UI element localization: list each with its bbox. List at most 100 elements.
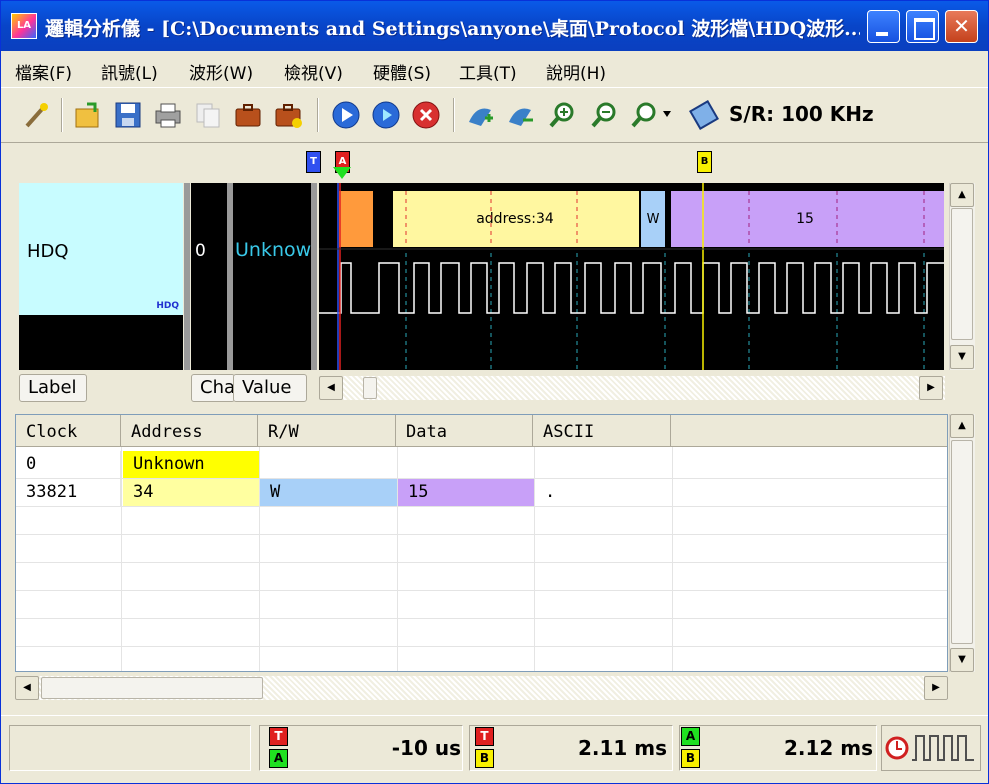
run-single-icon[interactable]: [371, 100, 401, 130]
scroll-thumb[interactable]: [951, 440, 973, 644]
label-column-header[interactable]: Label: [19, 374, 87, 402]
signal-value: Unknown: [235, 239, 311, 261]
run-icon[interactable]: [331, 100, 361, 130]
column-header-clock[interactable]: Clock: [16, 415, 121, 447]
table-row[interactable]: [16, 563, 947, 591]
status-b-marker: B: [475, 749, 494, 768]
column-splitter[interactable]: [311, 183, 317, 370]
maximize-button[interactable]: [906, 10, 939, 43]
column-splitter[interactable]: [184, 183, 190, 370]
scroll-thumb[interactable]: [41, 677, 263, 699]
menu-hardware[interactable]: 硬體(S): [373, 59, 431, 84]
cell-data: 15: [398, 479, 535, 506]
window-title: 邏輯分析儀 - [C:\Documents and Settings\anyon…: [45, 18, 860, 40]
open-folder-icon[interactable]: [73, 100, 103, 130]
table-row[interactable]: [16, 535, 947, 563]
menu-waveform[interactable]: 波形(W): [189, 59, 253, 84]
waveform-canvas[interactable]: address:34 W 15: [319, 183, 944, 370]
wizard-wand-icon[interactable]: [21, 100, 51, 130]
marker-t-flag[interactable]: T: [306, 151, 321, 173]
menu-tools[interactable]: 工具(T): [459, 59, 517, 84]
minimize-button[interactable]: [867, 10, 900, 43]
column-header-data[interactable]: Data: [396, 415, 533, 447]
decode-rw-label: W: [647, 212, 660, 227]
logic-analyzer-app-icon[interactable]: LA: [11, 13, 37, 39]
hdq-signal-trace: [319, 262, 944, 314]
toolbar-separator: [61, 98, 63, 132]
zoom-out-icon[interactable]: [589, 100, 619, 130]
scroll-left-arrow-icon[interactable]: ◀: [15, 676, 39, 700]
timing-mode-button[interactable]: [881, 725, 981, 771]
table-row[interactable]: 0 Unknown: [16, 451, 947, 479]
menu-signal[interactable]: 訊號(L): [101, 59, 158, 84]
column-header-address[interactable]: Address: [121, 415, 258, 447]
status-panel-message: [9, 725, 251, 771]
status-a-marker: A: [269, 749, 288, 768]
channel-number: 0: [195, 241, 206, 261]
app-window: LA 邏輯分析儀 - [C:\Documents and Settings\an…: [0, 0, 989, 784]
grid-line: [121, 447, 122, 671]
menu-bar: 檔案(F) 訊號(L) 波形(W) 檢視(V) 硬體(S) 工具(T) 說明(H…: [1, 53, 988, 85]
zoom-dropdown-icon[interactable]: [629, 100, 671, 130]
table-row[interactable]: [16, 647, 947, 671]
close-button[interactable]: ✕: [945, 10, 978, 43]
add-signal-icon[interactable]: [465, 100, 495, 130]
cell-ascii: .: [535, 479, 673, 506]
decode-table[interactable]: Clock Address R/W Data ASCII 0 Unknown 3…: [15, 414, 948, 672]
briefcase-star-icon[interactable]: [273, 100, 303, 130]
save-icon[interactable]: [113, 100, 143, 130]
scroll-thumb[interactable]: [951, 208, 973, 340]
scroll-down-arrow-icon[interactable]: ▼: [950, 648, 974, 672]
status-t-marker: T: [269, 727, 288, 746]
scroll-down-arrow-icon[interactable]: ▼: [950, 345, 974, 369]
menu-view[interactable]: 檢視(V): [284, 59, 343, 84]
minimize-icon: [868, 11, 899, 42]
clock-waveform-icon: [885, 735, 974, 761]
waveform-horizontal-scrollbar[interactable]: ◀ ▶: [319, 376, 945, 400]
menu-file[interactable]: 檔案(F): [15, 59, 72, 84]
scroll-up-arrow-icon[interactable]: ▲: [950, 414, 974, 438]
grid-line: [397, 447, 398, 671]
scroll-up-arrow-icon[interactable]: ▲: [950, 183, 974, 207]
cell-rw: [260, 451, 398, 478]
table-row[interactable]: 33821 34 W 15 .: [16, 479, 947, 507]
copy-icon[interactable]: [193, 100, 223, 130]
column-header-ascii[interactable]: ASCII: [533, 415, 671, 447]
table-horizontal-scrollbar[interactable]: ◀ ▶: [15, 676, 948, 700]
scroll-right-arrow-icon[interactable]: ▶: [919, 376, 943, 400]
signal-label-panel[interactable]: HDQ HDQ: [19, 183, 183, 370]
cell-clock: 0: [16, 451, 121, 478]
print-icon[interactable]: [153, 100, 183, 130]
table-vertical-scrollbar[interactable]: ▲ ▼: [949, 414, 975, 672]
briefcase-icon[interactable]: [233, 100, 263, 130]
table-row[interactable]: [16, 591, 947, 619]
toolbar-separator: [453, 98, 455, 132]
remove-signal-icon[interactable]: [505, 100, 535, 130]
signal-label: HDQ: [27, 241, 69, 262]
signal-label-cell[interactable]: HDQ HDQ: [19, 183, 183, 315]
status-t-b-delta: 2.11 ms: [577, 736, 667, 760]
scroll-left-arrow-icon[interactable]: ◀: [319, 376, 343, 400]
grid-line: [672, 447, 673, 671]
cell-data: [398, 451, 535, 478]
table-header: Clock Address R/W Data ASCII: [16, 415, 947, 447]
waveform-display[interactable]: address:34 W 15: [319, 183, 944, 370]
channel-column: 0: [191, 183, 227, 370]
waveform-vertical-scrollbar[interactable]: ▲ ▼: [949, 183, 975, 370]
value-column-header[interactable]: Value: [233, 374, 307, 402]
stop-icon[interactable]: [411, 100, 441, 130]
scroll-right-arrow-icon[interactable]: ▶: [924, 676, 948, 700]
table-row[interactable]: [16, 507, 947, 535]
marker-b-flag[interactable]: B: [697, 151, 712, 173]
scroll-thumb[interactable]: [363, 377, 377, 399]
column-header-rw[interactable]: R/W: [258, 415, 396, 447]
decode-start-block: [339, 191, 373, 247]
table-row[interactable]: [16, 619, 947, 647]
grid-line: [259, 447, 260, 671]
menu-help[interactable]: 說明(H): [546, 59, 606, 84]
zoom-in-icon[interactable]: [547, 100, 577, 130]
sample-rate-icon[interactable]: [688, 99, 720, 131]
title-bar[interactable]: LA 邏輯分析儀 - [C:\Documents and Settings\an…: [1, 1, 988, 51]
channel-column-header[interactable]: Channel: [191, 374, 235, 402]
protocol-tag: HDQ: [156, 301, 179, 311]
